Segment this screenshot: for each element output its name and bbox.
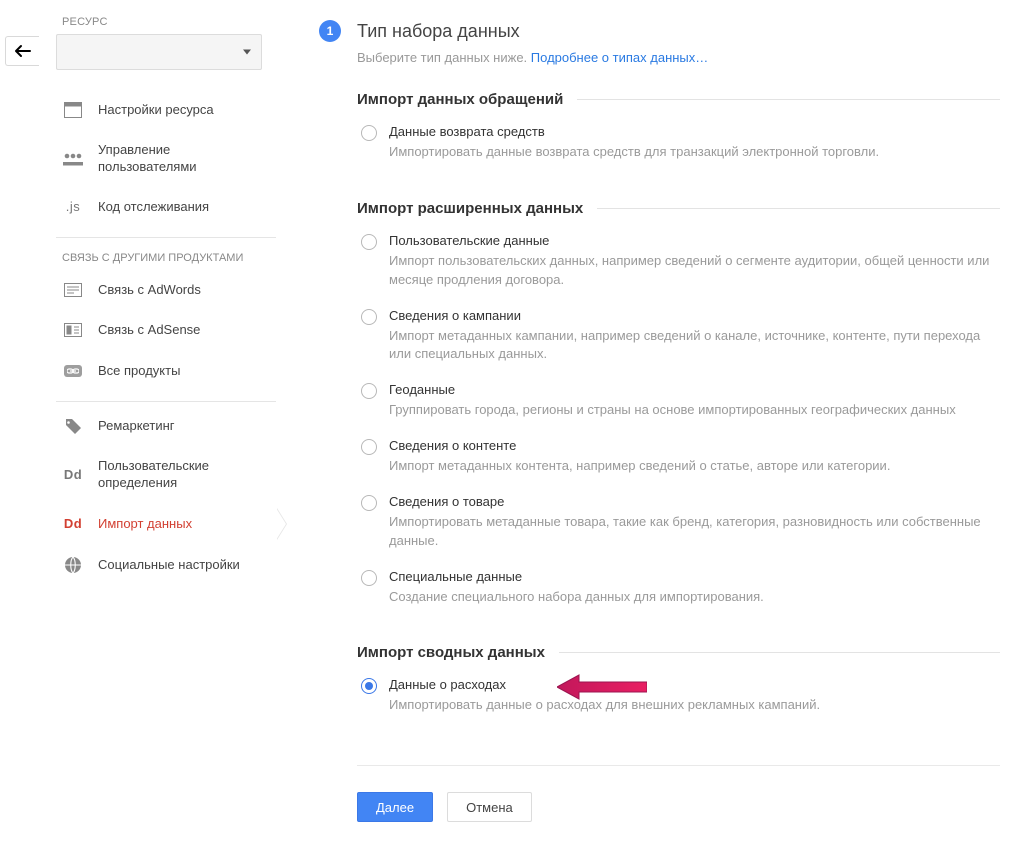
option-user[interactable]: Пользовательские данные Импорт пользоват…: [357, 229, 1000, 304]
option-product[interactable]: Сведения о товаре Импортировать метаданн…: [357, 490, 1000, 565]
nav-data-import[interactable]: Dd Импорт данных: [56, 504, 276, 544]
products-section-label: СВЯЗЬ С ДРУГИМИ ПРОДУКТАМИ: [62, 252, 276, 264]
option-title: Специальные данные: [389, 569, 1000, 584]
nav-all-products[interactable]: Все продукты: [56, 351, 276, 391]
option-desc: Импортировать данные о расходах для внеш…: [389, 696, 1000, 715]
option-desc: Импорт метаданных кампании, например све…: [389, 327, 1000, 365]
nav-label: Пользовательские определения: [98, 458, 268, 492]
nav-user-management[interactable]: Управление пользователями: [56, 130, 276, 187]
group-summary: Импорт сводных данных Данные о расходах …: [357, 644, 1000, 729]
panel-title: РЕСУРС: [62, 16, 280, 28]
option-desc: Импортировать данные возврата средств дл…: [389, 143, 1000, 162]
radio-icon: [361, 570, 377, 586]
users-icon: [62, 152, 84, 166]
nav-remarketing[interactable]: Ремаркетинг: [56, 406, 276, 446]
option-desc: Группировать города, регионы и страны на…: [389, 401, 1000, 420]
step-badge: 1: [319, 20, 341, 42]
radio-icon: [361, 383, 377, 399]
js-icon: .js: [62, 199, 84, 214]
option-title: Сведения о кампании: [389, 308, 1000, 323]
nav-tracking-code[interactable]: .js Код отслеживания: [56, 187, 276, 227]
nav-label: Ремаркетинг: [98, 418, 268, 434]
group-extended: Импорт расширенных данных Пользовательск…: [357, 200, 1000, 621]
step-title: Тип набора данных: [357, 21, 520, 42]
radio-icon: [361, 439, 377, 455]
option-desc: Импорт пользовательских данных, например…: [389, 252, 1000, 290]
settings-page-icon: [62, 102, 84, 118]
nav-resource-settings[interactable]: Настройки ресурса: [56, 90, 276, 130]
main-content: 1 Тип набора данных Выберите тип данных …: [300, 0, 1030, 852]
option-title: Геоданные: [389, 382, 1000, 397]
link-icon: [62, 365, 84, 377]
adwords-icon: [62, 283, 84, 297]
back-button[interactable]: [5, 36, 39, 66]
back-arrow-icon: [14, 44, 32, 58]
nav-label: Импорт данных: [98, 516, 268, 532]
option-desc: Импорт метаданных контента, например све…: [389, 457, 1000, 476]
divider: [597, 208, 1000, 209]
option-title: Пользовательские данные: [389, 233, 1000, 248]
subtitle-text: Выберите тип данных ниже.: [357, 50, 531, 65]
nav-label: Связь с AdSense: [98, 322, 268, 338]
nav-label: Код отслеживания: [98, 199, 268, 215]
nav-label: Связь с AdWords: [98, 282, 268, 298]
nav-label: Управление пользователями: [98, 142, 268, 175]
radio-icon: [361, 309, 377, 325]
nav-adsense[interactable]: Связь с AdSense: [56, 310, 276, 350]
option-title: Данные возврата средств: [389, 124, 1000, 139]
nav-label: Все продукты: [98, 363, 268, 379]
adsense-icon: [62, 323, 84, 337]
group-hits: Импорт данных обращений Данные возврата …: [357, 91, 1000, 176]
option-campaign[interactable]: Сведения о кампании Импорт метаданных ка…: [357, 304, 1000, 379]
chevron-down-icon: [243, 50, 251, 55]
option-title: Данные о расходах: [389, 677, 1000, 692]
radio-icon: [361, 125, 377, 141]
group-title: Импорт данных обращений: [357, 91, 563, 108]
learn-more-link[interactable]: Подробнее о типах данных…: [531, 50, 709, 65]
radio-icon: [361, 678, 377, 694]
option-custom[interactable]: Специальные данные Создание специального…: [357, 565, 1000, 621]
radio-icon: [361, 234, 377, 250]
option-content[interactable]: Сведения о контенте Импорт метаданных ко…: [357, 434, 1000, 490]
option-cost[interactable]: Данные о расходах Импортировать данные о…: [357, 673, 1000, 729]
nav-label: Социальные настройки: [98, 557, 268, 573]
cancel-button[interactable]: Отмена: [447, 792, 532, 822]
divider: [577, 99, 1000, 100]
next-button[interactable]: Далее: [357, 792, 433, 822]
resource-dropdown[interactable]: [56, 34, 262, 70]
nav-custom-definitions[interactable]: Dd Пользовательские определения: [56, 446, 276, 504]
option-refund[interactable]: Данные возврата средств Импортировать да…: [357, 120, 1000, 176]
nav-label: Настройки ресурса: [98, 102, 268, 118]
option-title: Сведения о контенте: [389, 438, 1000, 453]
dd-icon: Dd: [62, 516, 84, 531]
option-desc: Создание специального набора данных для …: [389, 588, 1000, 607]
left-sidebar: РЕСУРС Настройки ресурса Управление поль…: [56, 12, 280, 586]
divider: [559, 652, 1000, 653]
radio-icon: [361, 495, 377, 511]
dd-icon: Dd: [62, 467, 84, 482]
option-desc: Импортировать метаданные товара, такие к…: [389, 513, 1000, 551]
group-title: Импорт сводных данных: [357, 644, 545, 661]
group-title: Импорт расширенных данных: [357, 200, 583, 217]
tag-icon: [62, 418, 84, 434]
nav-adwords[interactable]: Связь с AdWords: [56, 270, 276, 310]
option-title: Сведения о товаре: [389, 494, 1000, 509]
nav-social[interactable]: Социальные настройки: [56, 544, 276, 586]
option-geo[interactable]: Геоданные Группировать города, регионы и…: [357, 378, 1000, 434]
globe-icon: [62, 556, 84, 574]
